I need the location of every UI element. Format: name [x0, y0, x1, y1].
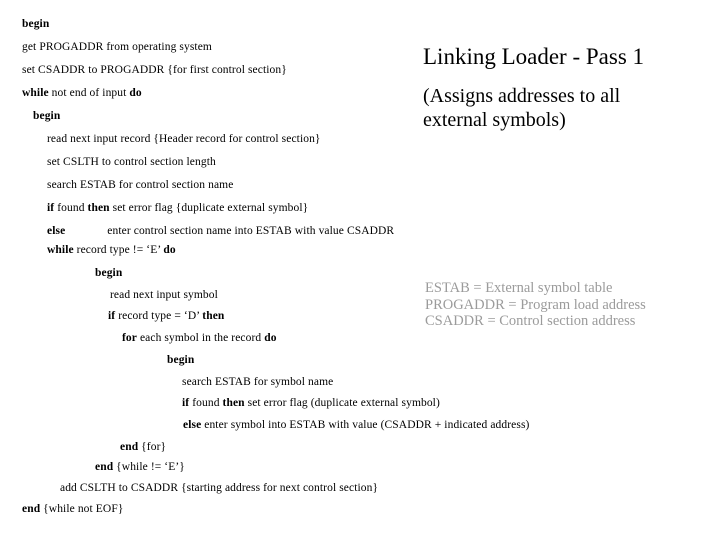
pseudocode-line: set CSADDR to PROGADDR {for first contro… [22, 64, 287, 76]
pseudocode-line: else enter control section name into ESTA… [47, 225, 395, 237]
pseudocode-keyword: begin [95, 267, 123, 279]
legend-block: ESTAB = External symbol table PROGADDR = … [425, 280, 705, 330]
pseudocode-line: begin [167, 354, 194, 367]
pseudocode-keyword: then [222, 397, 245, 409]
pseudocode-line: if found then set error flag {duplicate … [47, 202, 309, 214]
pseudocode-keyword: begin [33, 110, 61, 122]
pseudocode-line: add CSLTH to CSADDR {starting address fo… [60, 482, 379, 494]
pseudocode-keyword: else [47, 225, 66, 237]
pseudocode-line: read next input symbol [110, 289, 218, 301]
pseudocode-line: begin [33, 110, 60, 123]
pseudocode-keyword: then [202, 310, 225, 322]
title-block: Linking Loader - Pass 1 (Assigns address… [423, 44, 703, 132]
pseudocode-keyword: end [95, 461, 114, 473]
pseudocode-keyword: do [129, 87, 142, 99]
legend-line: PROGADDR = Program load address [425, 296, 646, 313]
legend-line: CSADDR = Control section address [425, 313, 636, 329]
pseudocode-line: while not end of input do [22, 87, 142, 99]
page-title: Linking Loader - Pass 1 [423, 44, 645, 69]
pseudocode-keyword: if [182, 397, 190, 409]
pseudocode-line: set CSLTH to control section length [47, 156, 216, 168]
pseudocode-line: for each symbol in the record do [122, 332, 277, 344]
pseudocode-keyword: begin [167, 354, 195, 366]
pseudocode-keyword: while [47, 244, 74, 256]
pseudocode-line: end {for} [120, 441, 167, 453]
pseudocode-keyword: for [122, 332, 137, 344]
pseudocode-keyword: do [264, 332, 277, 344]
pseudocode-line: begin [22, 18, 49, 31]
pseudocode-keyword: else [183, 419, 202, 431]
pseudocode-line: read next input record {Header record fo… [47, 133, 321, 145]
pseudocode-line: end {while != ‘E’} [95, 461, 185, 473]
pseudocode-keyword: do [163, 244, 176, 256]
legend-line: ESTAB = External symbol table [425, 280, 613, 296]
pseudocode-keyword: then [87, 202, 110, 214]
pseudocode-keyword: begin [22, 18, 50, 30]
pseudocode-line: begin [95, 267, 122, 280]
pseudocode-line: if found then set error flag (duplicate … [182, 397, 440, 409]
page-subtitle: (Assigns addresses to all external symbo… [423, 85, 621, 131]
pseudocode-keyword: end [120, 441, 139, 453]
pseudocode-line: else enter symbol into ESTAB with value … [183, 419, 530, 431]
pseudocode-keyword: while [22, 87, 49, 99]
pseudocode-keyword: end [22, 503, 41, 515]
pseudocode-line: end {while not EOF} [22, 503, 124, 515]
pseudocode-line: while record type != ‘E’ do [47, 244, 176, 256]
pseudocode-line: search ESTAB for symbol name [182, 376, 334, 388]
pseudocode-keyword: if [108, 310, 116, 322]
pseudocode-line: search ESTAB for control section name [47, 179, 234, 191]
pseudocode-keyword: if [47, 202, 55, 214]
pseudocode-line: get PROGADDR from operating system [22, 41, 212, 53]
pseudocode-line: if record type = ‘D’ then [108, 310, 225, 322]
slide-canvas: begin get PROGADDR from operating system s… [0, 0, 720, 540]
